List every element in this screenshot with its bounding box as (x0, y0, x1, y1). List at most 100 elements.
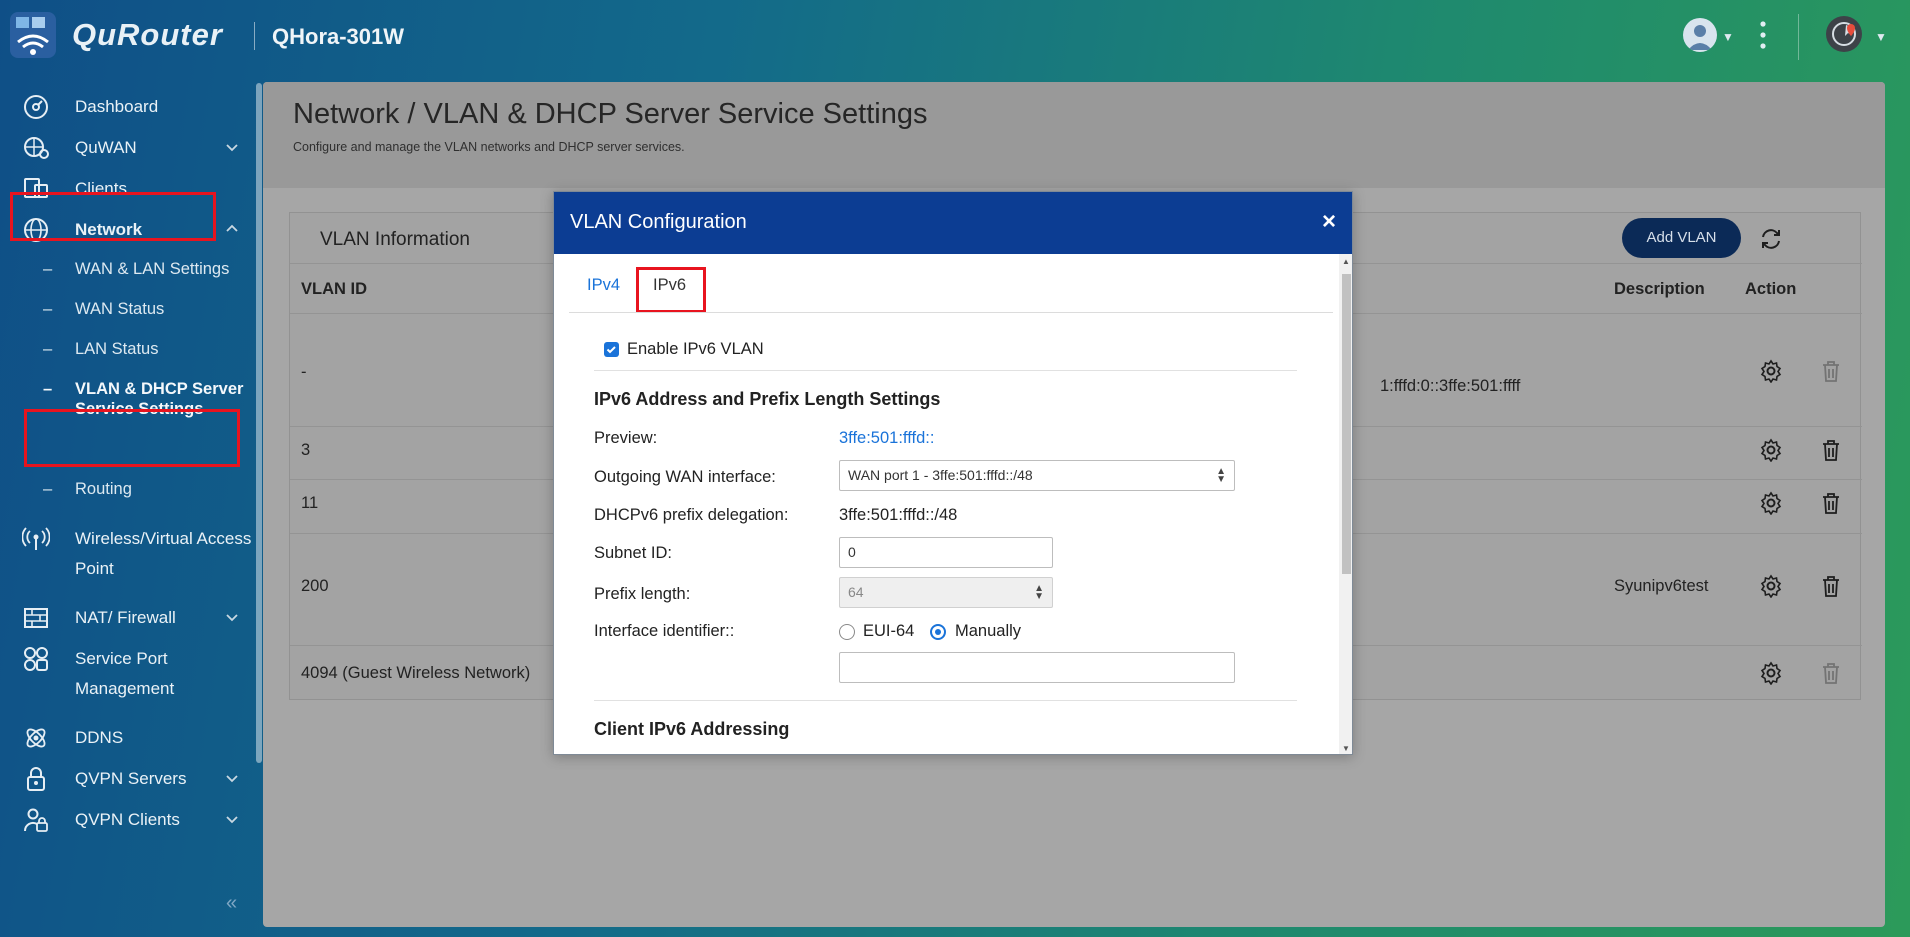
sidebar-item-dashboard[interactable]: Dashboard (0, 85, 258, 129)
section-divider (594, 370, 1297, 371)
subitem-dash: – (43, 380, 53, 398)
close-icon[interactable]: × (1322, 208, 1336, 236)
ipv6-tab-highlight-box (636, 267, 706, 313)
sidebar-item-label-line2: Management (75, 679, 175, 698)
sidebar-item-qvpn-clients[interactable]: QVPN Clients (0, 798, 258, 842)
delete-trash-icon[interactable] (1820, 574, 1842, 598)
firewall-brick-icon (22, 604, 50, 632)
collapse-sidebar-icon[interactable]: « (226, 892, 252, 918)
more-options-icon[interactable] (1760, 20, 1766, 50)
location-globe-icon[interactable] (1826, 16, 1862, 52)
sidebar-item-label: NAT/ Firewall (75, 608, 176, 627)
sidebar-scrollbar[interactable] (256, 83, 262, 763)
preview-value: 3ffe:501:fffd:: (839, 429, 935, 447)
user-lock-icon (22, 806, 50, 834)
subitem-dash: – (43, 260, 53, 278)
vlan-configuration-dialog: VLAN Configuration × IPv4 IPv6 Enable IP… (553, 191, 1353, 755)
sidebar-item-quwan[interactable]: QuWAN (0, 126, 258, 170)
outgoing-wan-label: Outgoing WAN interface: (594, 468, 776, 486)
sidebar: Dashboard QuWAN Clients Network – WAN & … (0, 80, 258, 937)
delete-trash-icon (1820, 359, 1842, 383)
vlan-id-cell: 4094 (Guest Wireless Network) (301, 664, 531, 682)
wireless-antenna-icon (21, 525, 51, 553)
sidebar-item-label: Dashboard (75, 97, 159, 116)
user-avatar-icon[interactable] (1683, 18, 1717, 52)
scroll-up-icon[interactable]: ▲ (1342, 257, 1350, 266)
page-subtitle: Configure and manage the VLAN networks a… (293, 140, 685, 154)
column-header-description: Description (1614, 280, 1705, 298)
vlan-dhcp-highlight-box (24, 409, 240, 467)
sidebar-item-label: Service Port (75, 649, 168, 668)
sidebar-item-wireless[interactable]: Wireless/Virtual Access Point (0, 517, 258, 578)
outgoing-wan-select[interactable]: WAN port 1 - 3ffe:501:fffd::/48 ▲ ▼ (839, 460, 1235, 491)
ipv6-address-section-title: IPv6 Address and Prefix Length Settings (594, 389, 941, 409)
sidebar-subitem-label: WAN Status (75, 300, 165, 318)
sidebar-subitem-wan-status[interactable]: – WAN Status (0, 292, 258, 324)
chevron-down-icon (224, 139, 240, 155)
ddns-atom-icon (22, 724, 50, 752)
interface-identifier-input[interactable] (839, 652, 1235, 683)
prefix-length-select: 64 ▲ ▼ (839, 577, 1053, 608)
sidebar-subitem-label: Routing (75, 480, 132, 498)
interface-identifier-label: Interface identifier:: (594, 622, 735, 640)
ip-range-cell: 1:fffd:0::3ffe:501:ffff (1380, 377, 1521, 395)
enable-ipv6-checkbox[interactable] (604, 342, 619, 357)
sidebar-item-label: QuWAN (75, 138, 137, 157)
sidebar-item-ddns[interactable]: DDNS (0, 716, 258, 760)
sidebar-item-label: QVPN Servers (75, 769, 187, 788)
settings-gear-icon[interactable] (1759, 491, 1783, 516)
brand-divider (254, 22, 255, 50)
prefix-length-label: Prefix length: (594, 585, 691, 603)
settings-gear-icon[interactable] (1759, 574, 1783, 599)
refresh-icon[interactable] (1758, 226, 1784, 252)
vlan-id-cell: 200 (301, 577, 329, 595)
eui64-radio-label: EUI-64 (863, 622, 915, 640)
sidebar-subitem-wan-lan-settings[interactable]: – WAN & LAN Settings (0, 252, 258, 284)
settings-gear-icon[interactable] (1759, 438, 1783, 463)
column-header-action: Action (1745, 280, 1797, 298)
manually-radio[interactable] (930, 624, 946, 640)
sidebar-item-label: Wireless/Virtual Access (75, 529, 252, 548)
select-arrows-icon: ▲ ▼ (1216, 466, 1226, 485)
dialog-title: VLAN Configuration (570, 211, 747, 233)
sidebar-item-label-line2: Point (75, 559, 114, 578)
sidebar-item-service-port[interactable]: Service Port Management (0, 637, 258, 698)
sidebar-item-label: QVPN Clients (75, 810, 180, 829)
dialog-scrollbar[interactable]: ▲ ▼ (1339, 254, 1352, 754)
scrollbar-thumb[interactable] (1342, 274, 1351, 574)
sidebar-subitem-routing[interactable]: – Routing (0, 472, 258, 504)
card-title: VLAN Information (320, 229, 470, 250)
device-model: QHora-301W (272, 24, 405, 49)
sidebar-item-nat-firewall[interactable]: NAT/ Firewall (0, 596, 258, 640)
dialog-header: VLAN Configuration × (554, 192, 1352, 254)
prefix-delegation-label: DHCPv6 prefix delegation: (594, 506, 789, 524)
subnet-id-input[interactable]: 0 (839, 537, 1053, 568)
chevron-up-icon (224, 221, 240, 237)
subitem-dash: – (43, 340, 53, 358)
delete-trash-icon[interactable] (1820, 491, 1842, 515)
settings-gear-icon[interactable] (1759, 661, 1783, 686)
sidebar-subitem-lan-status[interactable]: – LAN Status (0, 332, 258, 364)
sidebar-subitem-label: VLAN & DHCP Server (75, 380, 244, 398)
chevron-down-icon (224, 609, 240, 625)
add-vlan-button[interactable]: Add VLAN (1622, 218, 1741, 258)
subitem-dash: – (43, 480, 53, 498)
enable-ipv6-label: Enable IPv6 VLAN (627, 340, 764, 358)
delete-trash-icon[interactable] (1820, 438, 1842, 462)
vlan-id-cell: 3 (301, 441, 311, 459)
subitem-dash: – (43, 300, 53, 318)
user-menu-caret-icon[interactable]: ▼ (1722, 30, 1734, 44)
dialog-body: IPv4 IPv6 Enable IPv6 VLAN IPv6 Address … (554, 254, 1339, 754)
qurouter-logo-icon[interactable] (10, 12, 56, 58)
eui64-radio[interactable] (839, 624, 855, 640)
subnet-id-label: Subnet ID: (594, 544, 672, 562)
settings-gear-icon[interactable] (1759, 359, 1783, 384)
tab-ipv4[interactable]: IPv4 (587, 276, 620, 295)
region-menu-caret-icon[interactable]: ▼ (1875, 30, 1887, 44)
sidebar-subitem-label: LAN Status (75, 340, 159, 358)
scroll-down-icon[interactable]: ▼ (1342, 744, 1350, 753)
page-title: Network / VLAN & DHCP Server Service Set… (293, 98, 928, 130)
sidebar-item-qvpn-servers[interactable]: QVPN Servers (0, 757, 258, 801)
delete-trash-icon (1820, 661, 1842, 685)
network-highlight-box (10, 192, 216, 241)
